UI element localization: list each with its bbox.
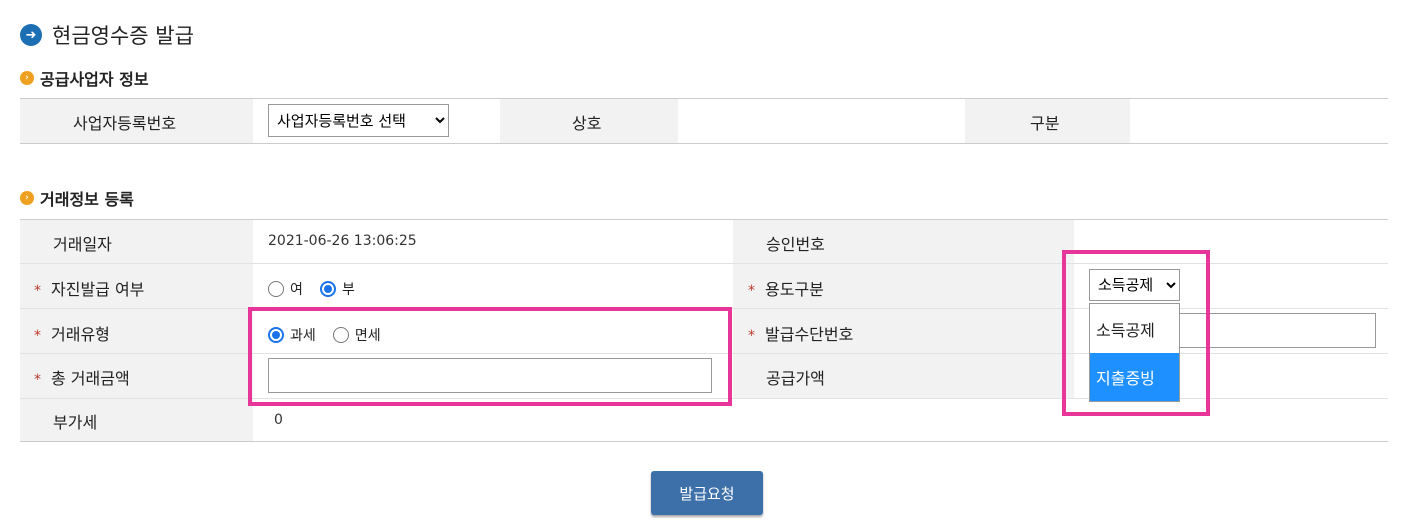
chevron-right-icon: ›: [20, 71, 34, 85]
required-mark: *: [748, 328, 755, 344]
self-issue-label: * 자진발급 여부: [34, 276, 144, 300]
transaction-section-label: 거래정보 등록: [40, 190, 134, 209]
submit-button[interactable]: 발급요청: [651, 471, 763, 515]
chevron-right-icon: ›: [20, 191, 34, 205]
total-label: * 총 거래금액: [34, 365, 130, 389]
transaction-section-title: › 거래정보 등록: [20, 186, 134, 210]
self-issue-no-radio[interactable]: [319, 280, 336, 297]
issue-no-label: * 발급수단번호: [748, 321, 853, 345]
vat-label: 부가세: [53, 413, 98, 432]
purpose-label: * 용도구분: [748, 276, 824, 300]
reg-no-label: 사업자등록번호: [73, 114, 177, 133]
date-label: 거래일자: [53, 235, 112, 254]
self-issue-yes-radio[interactable]: [268, 280, 284, 297]
page-title: ➜ 현금영수증 발급: [20, 20, 194, 50]
self-issue-radio-group: 여 부: [268, 278, 367, 299]
company-label: 상호: [572, 114, 602, 133]
total-label-text: 총 거래금액: [51, 369, 130, 388]
page-title-text: 현금영수증 발급: [52, 24, 194, 48]
divider: [20, 441, 1388, 442]
highlight-box-purpose: [1062, 250, 1210, 416]
highlight-box-type-amount: [248, 307, 732, 406]
required-mark: *: [34, 328, 41, 344]
issue-no-label-text: 발급수단번호: [765, 325, 854, 344]
divider: [20, 143, 1388, 144]
arrow-right-icon: ➜: [20, 24, 42, 46]
supplier-section-label: 공급사업자 정보: [40, 70, 149, 89]
type-label-text: 거래유형: [51, 325, 110, 344]
approval-label: 승인번호: [766, 235, 825, 254]
category-label: 구분: [1030, 114, 1060, 133]
type-label: * 거래유형: [34, 321, 110, 345]
supply-label: 공급가액: [766, 369, 825, 388]
required-mark: *: [748, 283, 755, 299]
vat-value: 0: [274, 412, 283, 428]
required-mark: *: [34, 283, 41, 299]
self-issue-label-text: 자진발급 여부: [51, 280, 145, 299]
self-issue-no-label: 부: [341, 281, 355, 298]
date-value: 2021-06-26 13:06:25: [268, 233, 417, 249]
supplier-section-title: › 공급사업자 정보: [20, 66, 149, 90]
self-issue-yes-label: 여: [290, 281, 303, 298]
purpose-label-text: 용도구분: [765, 280, 824, 299]
required-mark: *: [34, 372, 41, 388]
reg-no-select[interactable]: 사업자등록번호 선택: [268, 104, 449, 137]
